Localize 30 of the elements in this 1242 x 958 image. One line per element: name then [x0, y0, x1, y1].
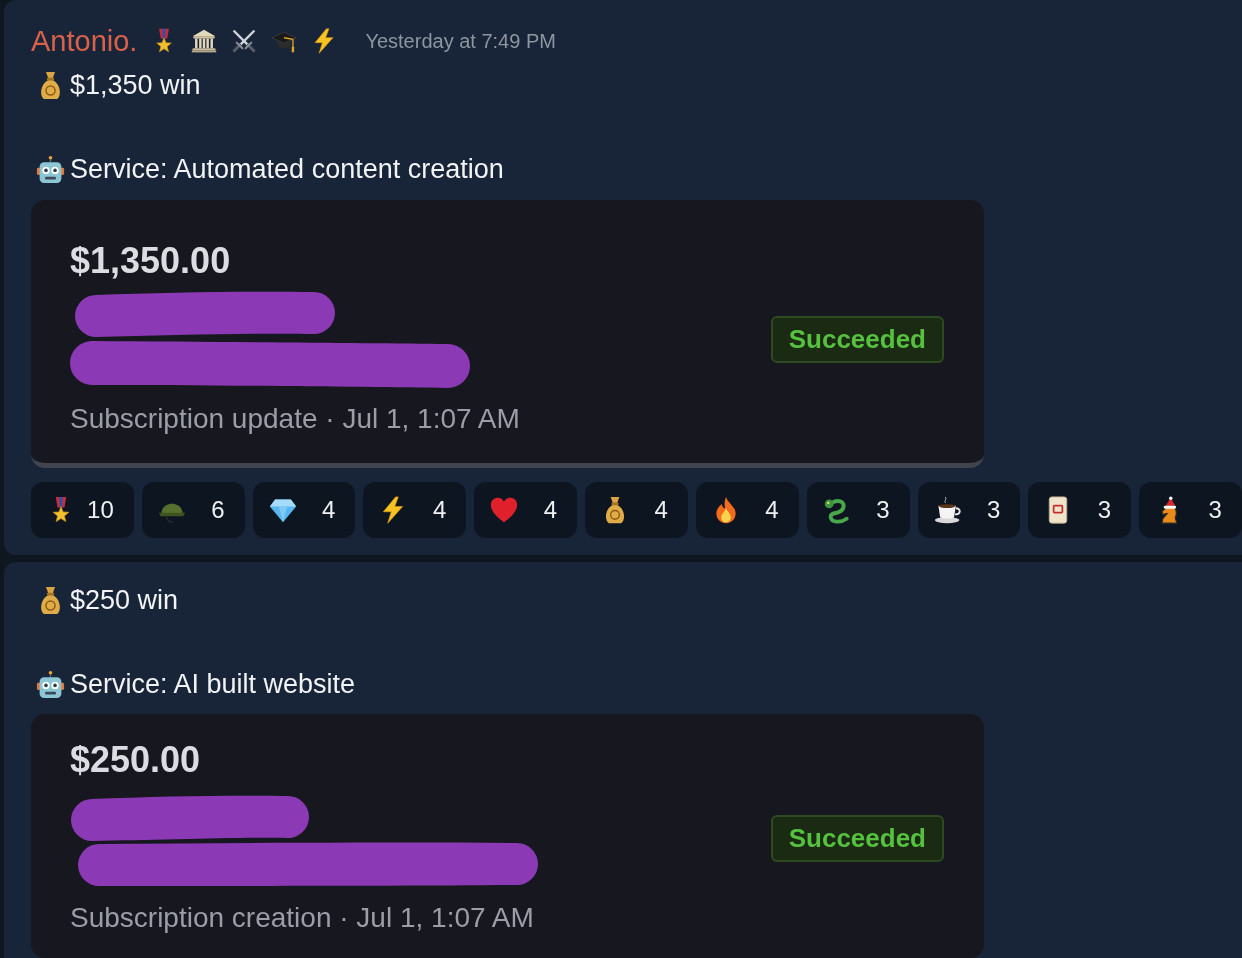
payment-description: Subscription update · Jul 1, 1:07 AM [70, 402, 520, 436]
status-badge: Succeeded [770, 814, 944, 862]
reaction-button[interactable]: 4 [252, 482, 356, 538]
robot-icon [36, 669, 65, 699]
reaction-button[interactable]: 4 [585, 482, 688, 538]
status-badge: Succeeded [770, 315, 944, 363]
columned-building-icon [191, 28, 218, 54]
reaction-button[interactable]: 4 [363, 482, 467, 538]
message-text: Service: Automated content creation [70, 153, 504, 185]
reaction-button[interactable]: 4 [474, 482, 578, 538]
heart-icon [490, 496, 519, 524]
author-name[interactable]: Antonio. [31, 24, 138, 58]
message-timestamp: Yesterday at 7:49 PM [365, 29, 556, 53]
message-text: Service: AI built website [70, 668, 356, 700]
payment-amount: $1,350.00 [70, 241, 231, 281]
crossed-swords-icon [231, 28, 258, 54]
coffee-cup-icon [933, 496, 962, 524]
reaction-button[interactable]: 3 [917, 482, 1021, 538]
reaction-button[interactable]: 10 [31, 482, 134, 538]
payment-amount: $250.00 [70, 740, 201, 780]
reaction-button[interactable]: 6 [141, 482, 245, 538]
reaction-button[interactable]: 3 [1139, 482, 1242, 538]
message-text: $250 win [70, 584, 179, 616]
payment-description: Subscription creation · Jul 1, 1:07 AM [70, 901, 534, 935]
reaction-button[interactable]: 4 [695, 482, 799, 538]
reaction-button[interactable]: 3 [1028, 482, 1132, 538]
serpent-icon [822, 496, 851, 524]
robot-icon [36, 154, 65, 184]
reaction-button[interactable]: 3 [806, 482, 910, 538]
message-text: $1,350 win [70, 69, 201, 101]
